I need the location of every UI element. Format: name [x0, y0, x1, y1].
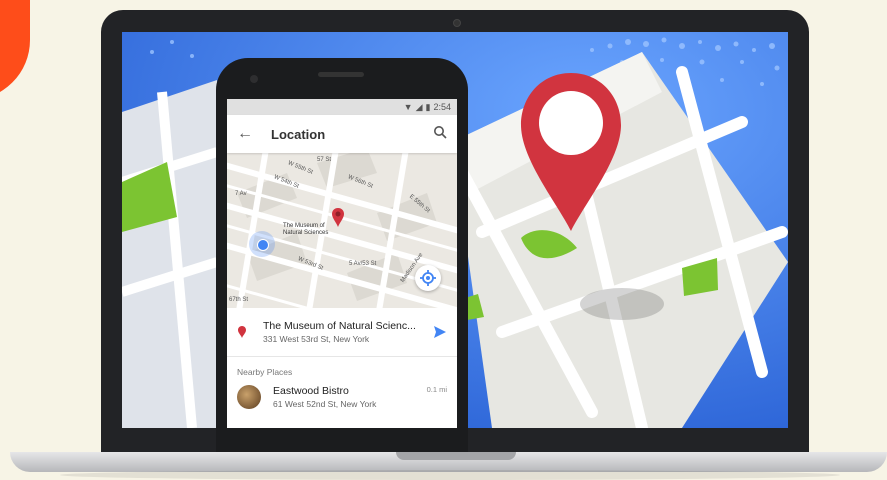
my-location-button[interactable]	[415, 265, 441, 291]
nearby-place-name: Eastwood Bistro	[273, 385, 349, 397]
battery-icon: ▮	[425, 101, 431, 112]
phone-camera	[250, 75, 258, 83]
large-map-pin-icon	[521, 73, 621, 259]
search-icon[interactable]	[433, 125, 447, 144]
nearby-header: Nearby Places	[237, 367, 293, 377]
orange-decoration	[0, 0, 30, 100]
laptop-shadow	[60, 470, 840, 480]
laptop-notch	[396, 452, 516, 460]
send-icon[interactable]	[433, 325, 447, 339]
app-bar: ← Location	[227, 115, 457, 153]
current-location-icon	[249, 231, 275, 257]
map-view[interactable]: 57 St W 55th St W 54th St W 56th St 7 Av…	[227, 153, 457, 308]
avatar	[237, 385, 261, 409]
street-label: 57 St	[317, 157, 332, 163]
map-poi-label: The Museum of Natural Sciences	[283, 223, 329, 236]
place-pin-icon	[238, 326, 246, 338]
list-item[interactable]: Eastwood Bistro 61 West 52nd St, New Yor…	[227, 383, 457, 411]
selected-place-address: 331 West 53rd St, New York	[263, 334, 370, 344]
street-label: 5 Av/53 St	[349, 261, 377, 267]
crosshair-icon	[420, 270, 436, 286]
status-bar: ▼ ◢ ▮ 2:54	[227, 99, 457, 115]
wifi-icon: ▼	[403, 102, 413, 112]
selected-place-info: The Museum of Natural Scienc... 331 West…	[263, 320, 433, 344]
selected-place-name: The Museum of Natural Scienc...	[263, 320, 416, 332]
selected-place-row[interactable]: The Museum of Natural Scienc... 331 West…	[227, 308, 457, 357]
street-label: 67th St	[229, 297, 249, 303]
phone-speaker	[318, 72, 364, 77]
arrow-left-icon[interactable]: ←	[237, 125, 271, 143]
phone-screen: ▼ ◢ ▮ 2:54 ← Location 57 St W 55th St W …	[227, 99, 457, 428]
signal-icon: ◢	[415, 101, 423, 112]
status-time: 2:54	[433, 102, 451, 112]
map-pin-icon[interactable]	[331, 207, 345, 229]
nearby-distance: 0.1 mi	[426, 385, 447, 394]
nearby-place-address: 61 West 52nd St, New York	[273, 399, 377, 409]
page-title: Location	[271, 126, 326, 142]
laptop-camera	[453, 19, 461, 27]
street-label: 7 Av	[235, 191, 247, 197]
